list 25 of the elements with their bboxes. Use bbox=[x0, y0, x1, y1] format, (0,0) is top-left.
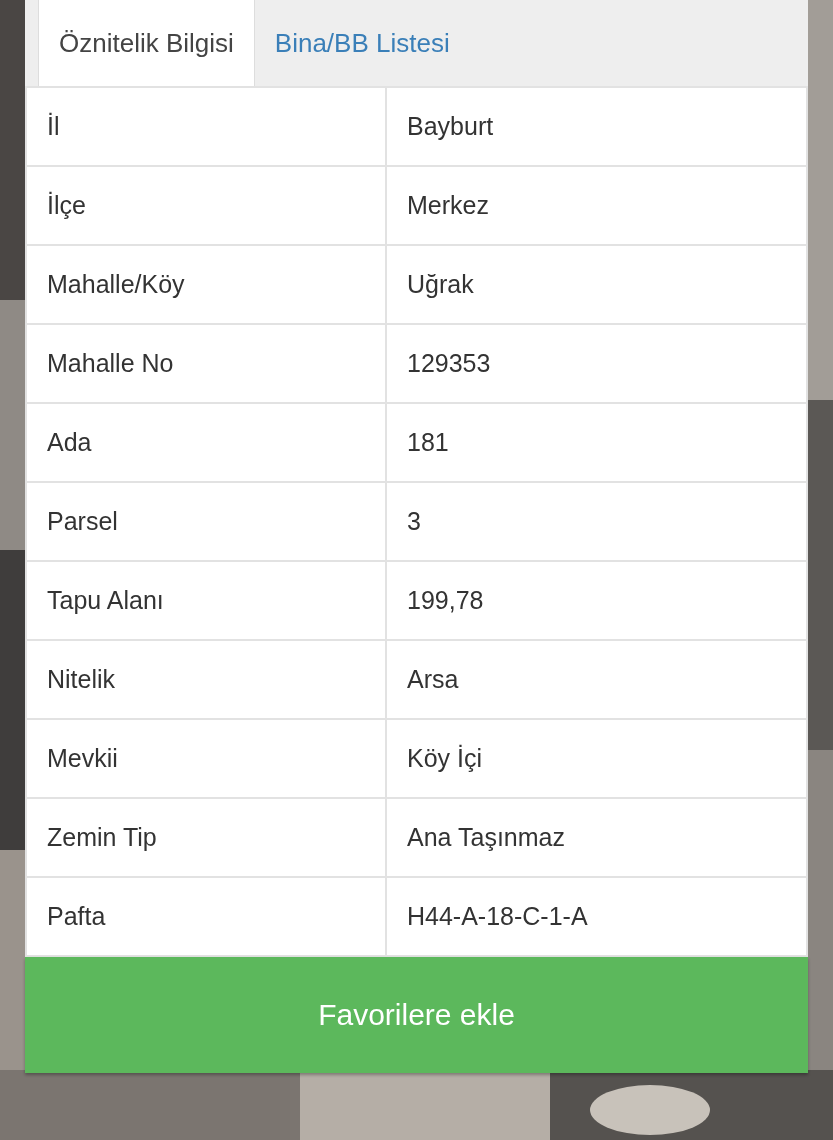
attribute-value: Uğrak bbox=[385, 246, 806, 323]
attribute-label: Zemin Tip bbox=[46, 822, 158, 853]
attribute-value: Köy İçi bbox=[385, 720, 806, 797]
attribute-value: Arsa bbox=[385, 641, 806, 718]
attribute-value: 181 bbox=[385, 404, 806, 481]
attribute-label: Ada bbox=[46, 427, 93, 458]
attribute-value: Ana Taşınmaz bbox=[385, 799, 806, 876]
tab[interactable]: Öznitelik Bilgisi bbox=[38, 0, 255, 86]
add-favorite-button[interactable]: Favorilere ekle bbox=[25, 957, 808, 1073]
tab[interactable]: Bina/BB Listesi bbox=[254, 0, 470, 86]
attribute-value: 3 bbox=[385, 483, 806, 560]
attribute-label: Mevkii bbox=[46, 743, 119, 774]
attribute-label: Mahalle No bbox=[46, 348, 175, 379]
attribute-value: H44-A-18-C-1-A bbox=[385, 878, 806, 955]
attribute-label: Nitelik bbox=[46, 664, 117, 695]
attribute-label: Tapu Alanı bbox=[46, 585, 165, 616]
attribute-label: Parsel bbox=[46, 506, 119, 537]
attribute-label: İl bbox=[46, 111, 61, 142]
attribute-value: 199,78 bbox=[385, 562, 806, 639]
attribute-label: İlçe bbox=[46, 190, 87, 221]
attribute-value: 129353 bbox=[385, 325, 806, 402]
attribute-value: Merkez bbox=[385, 167, 806, 244]
attribute-label: Pafta bbox=[46, 901, 107, 932]
attribute-value: Bayburt bbox=[385, 88, 806, 165]
attribute-label: Mahalle/Köy bbox=[46, 269, 186, 300]
